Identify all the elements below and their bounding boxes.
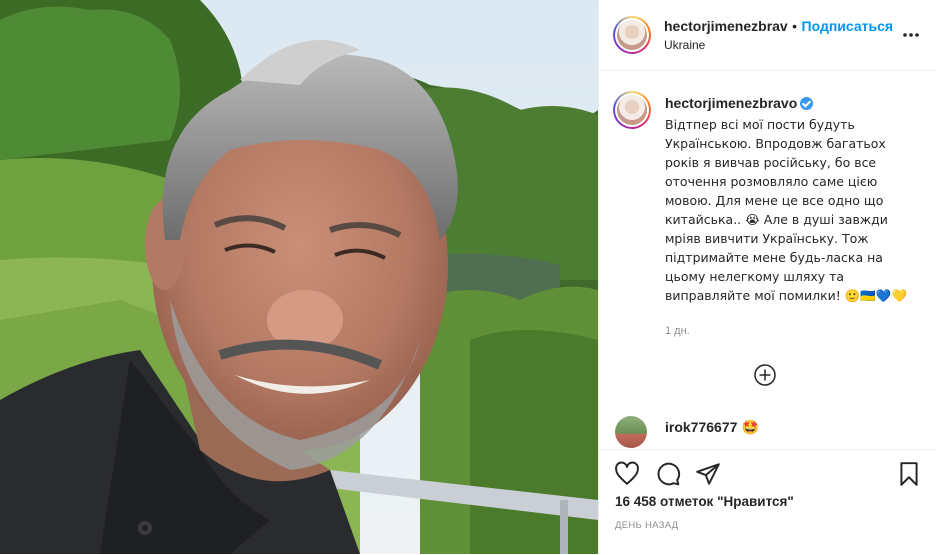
verified-icon <box>800 97 814 110</box>
post-side-panel: hectorjimenezbrav • Подписаться Ukraine … <box>598 0 936 554</box>
caption-username[interactable]: hectorjimenezbravo <box>665 95 797 111</box>
comment-text: 🤩 <box>741 419 760 435</box>
caption-text: Відтпер всі мої пости будуть Українською… <box>665 117 908 303</box>
comment-avatar[interactable] <box>615 416 647 448</box>
comment-icon[interactable] <box>655 461 681 487</box>
comment-item: irok776677 🤩 <box>615 416 915 448</box>
selfie-photo <box>0 0 598 554</box>
likes-count[interactable]: 16 458 отметок "Нравится" <box>615 494 794 509</box>
post-photo[interactable] <box>0 0 598 554</box>
header-separator: • <box>792 18 798 34</box>
posted-time[interactable]: ДЕНЬ НАЗАД <box>615 520 678 531</box>
plus-circle-icon[interactable] <box>754 364 776 386</box>
send-icon[interactable] <box>695 461 721 487</box>
header-avatar[interactable] <box>613 16 651 54</box>
post-header: hectorjimenezbrav • Подписаться Ukraine <box>599 0 936 71</box>
follow-button[interactable]: Подписаться <box>802 18 894 34</box>
caption-avatar[interactable] <box>613 91 651 129</box>
bookmark-icon[interactable] <box>896 461 922 487</box>
header-username[interactable]: hectorjimenezbrav <box>664 18 788 34</box>
header-location[interactable]: Ukraine <box>664 38 705 52</box>
heart-icon[interactable] <box>614 461 640 487</box>
caption-time[interactable]: 1 дн. <box>665 325 690 337</box>
more-horizontal-icon[interactable] <box>901 25 921 45</box>
comment-username[interactable]: irok776677 <box>665 419 737 435</box>
